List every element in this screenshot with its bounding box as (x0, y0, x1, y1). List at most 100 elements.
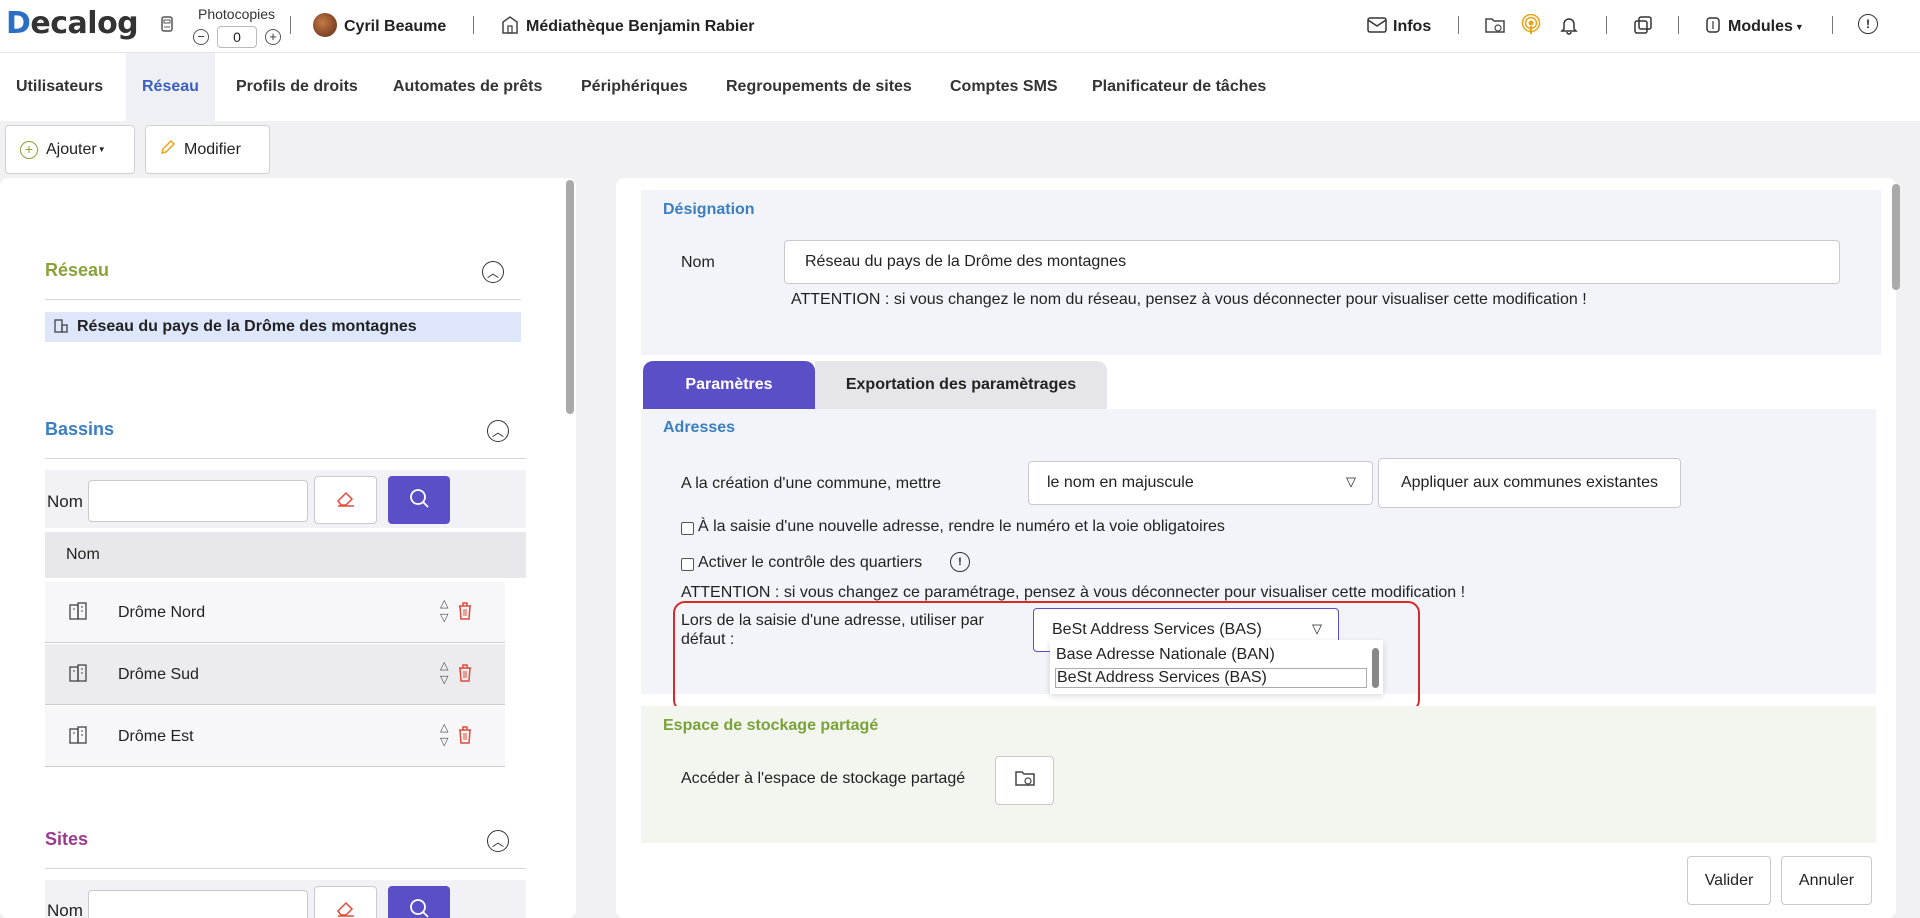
table-row[interactable]: Drôme Est △ ▽ (45, 706, 505, 767)
tab-profils-de-droits[interactable]: Profils de droits (220, 53, 374, 121)
left-panel: Réseau ︿ Réseau du pays de la Drôme des … (0, 178, 576, 918)
bassins-title: Bassins (45, 419, 115, 439)
required-number-label: À la saisie d'une nouvelle adresse, rend… (698, 518, 1225, 535)
dropdown-option-selected[interactable]: BeSt Address Services (BAS) (1055, 668, 1367, 688)
search-icon (408, 487, 430, 514)
avatar[interactable] (313, 13, 337, 37)
tab-peripheriques[interactable]: Périphériques (565, 53, 704, 121)
bassins-name-input[interactable] (88, 480, 308, 522)
plus-circle-icon: + (20, 140, 38, 159)
right-panel: Désignation Nom Réseau du pays de la Drô… (616, 178, 1896, 918)
info-icon[interactable]: ! (950, 552, 970, 572)
library-name[interactable]: Médiathèque Benjamin Rabier (526, 0, 755, 53)
modules-label: Modules (1728, 17, 1793, 35)
decalog-logo[interactable]: Decalog (6, 6, 139, 41)
default-service-value: BeSt Address Services (BAS) (1052, 621, 1262, 638)
validate-button[interactable]: Valider (1687, 856, 1771, 905)
sort-arrows-icon[interactable]: △ ▽ (440, 721, 448, 749)
trash-icon[interactable] (457, 663, 473, 688)
photocopies-counter[interactable]: 0 (217, 26, 257, 48)
table-row[interactable]: Drôme Nord △ ▽ (45, 582, 505, 643)
buildings-icon (68, 663, 88, 688)
quartiers-checkbox[interactable] (681, 558, 694, 571)
apply-communes-button[interactable]: Appliquer aux communes existantes (1378, 458, 1681, 508)
tab-automates-de-prets[interactable]: Automates de prêts (377, 53, 558, 121)
clear-filter-button[interactable] (314, 476, 377, 524)
tab-exportation-label: Exportation des paramètrages (845, 376, 1077, 393)
sites-title: Sites (45, 829, 89, 849)
top-bar: Decalog Photocopies − 0 + Cyril Beaume M… (0, 0, 1920, 53)
divider (45, 299, 521, 300)
table-row[interactable]: Drôme Sud △ ▽ (45, 644, 505, 705)
divider (1678, 16, 1679, 34)
buildings-icon (68, 725, 88, 750)
divider (290, 16, 291, 34)
modules-menu[interactable]: Modules ▼ (1728, 0, 1804, 53)
copy-icon[interactable] (1632, 14, 1654, 36)
row-name: Drôme Sud (118, 666, 199, 683)
photocopies-label: Photocopies (198, 6, 276, 22)
chevron-up-icon[interactable]: ︿ (487, 420, 509, 442)
decrement-button[interactable]: − (193, 29, 209, 45)
building-icon (53, 317, 69, 338)
quartiers-label: Activer le contrôle des quartiers (698, 554, 923, 571)
tab-regroupements-de-sites[interactable]: Regroupements de sites (710, 53, 928, 121)
dropdown-option[interactable]: Base Adresse Nationale (BAN) (1056, 646, 1275, 664)
column-header-nom[interactable]: Nom (66, 546, 100, 564)
tab-parametres[interactable]: Paramètres (643, 361, 815, 409)
adresses-title: Adresses (663, 419, 736, 436)
infos-link[interactable]: Infos (1393, 0, 1431, 53)
bell-icon[interactable] (1558, 14, 1580, 36)
trash-icon[interactable] (457, 725, 473, 750)
main-tabs: Utilisateurs Réseau Profils de droits Au… (0, 53, 1920, 121)
edit-button[interactable]: Modifier (145, 125, 270, 174)
sort-arrows-icon[interactable]: △ ▽ (440, 659, 448, 687)
row-name: Drôme Nord (118, 604, 206, 621)
pencil-icon (160, 139, 176, 160)
bassins-filter-label: Nom (47, 492, 83, 511)
storage-access-button[interactable] (995, 756, 1054, 805)
divider (1832, 16, 1833, 34)
cancel-button[interactable]: Annuler (1781, 856, 1872, 905)
chevron-down-icon: ▽ (1312, 621, 1322, 636)
info-icon[interactable]: ! (1858, 14, 1878, 34)
sort-arrows-icon[interactable]: △ ▽ (440, 597, 448, 625)
add-button[interactable]: + Ajouter ▼ (5, 125, 135, 174)
cloud-folder-icon[interactable] (1484, 14, 1506, 36)
dropdown-scrollbar[interactable] (1372, 648, 1379, 688)
clear-filter-button[interactable] (314, 886, 377, 918)
search-icon (408, 897, 430, 918)
default-service-label: Lors de la saisie d'une adresse, utilise… (681, 612, 984, 648)
apply-communes-label: Appliquer aux communes existantes (1400, 474, 1659, 491)
chevron-up-icon[interactable]: ︿ (482, 261, 504, 283)
edit-label: Modifier (184, 140, 241, 158)
sites-name-input[interactable] (88, 890, 308, 918)
tab-utilisateurs[interactable]: Utilisateurs (0, 53, 119, 121)
search-button[interactable] (388, 476, 450, 524)
required-number-checkbox[interactable] (681, 522, 694, 535)
tab-reseau[interactable]: Réseau (126, 53, 215, 121)
commune-select[interactable]: le nom en majuscule ▽ (1028, 461, 1373, 505)
tab-planificateur-de-taches[interactable]: Planificateur de tâches (1076, 53, 1282, 121)
validate-label: Valider (1704, 871, 1754, 889)
network-name-value: Réseau du pays de la Drôme des montagnes (805, 253, 1127, 270)
reseau-item[interactable]: Réseau du pays de la Drôme des montagnes (45, 312, 521, 342)
caret-down-icon: ▼ (97, 145, 106, 154)
trash-icon[interactable] (457, 601, 473, 626)
tab-comptes-sms[interactable]: Comptes SMS (934, 53, 1074, 121)
caret-down-icon: ▼ (1794, 21, 1804, 32)
sites-filter-label: Nom (47, 901, 83, 918)
adresses-warning: ATTENTION : si vous changez ce paramétra… (681, 584, 1466, 601)
network-name-field[interactable]: Réseau du pays de la Drôme des montagnes (784, 240, 1840, 284)
increment-button[interactable]: + (265, 29, 281, 45)
podcast-icon[interactable] (1520, 14, 1542, 36)
divider (473, 16, 474, 34)
dropdown-list: Base Adresse Nationale (BAN) BeSt Addres… (1050, 640, 1383, 694)
tab-exportation[interactable]: Exportation des paramètrages (815, 361, 1107, 409)
left-scrollbar[interactable] (566, 180, 574, 414)
user-name[interactable]: Cyril Beaume (344, 0, 446, 53)
right-scrollbar[interactable] (1892, 184, 1900, 290)
search-button[interactable] (388, 886, 450, 918)
name-label: Nom (681, 254, 715, 271)
chevron-up-icon[interactable]: ︿ (487, 830, 509, 852)
